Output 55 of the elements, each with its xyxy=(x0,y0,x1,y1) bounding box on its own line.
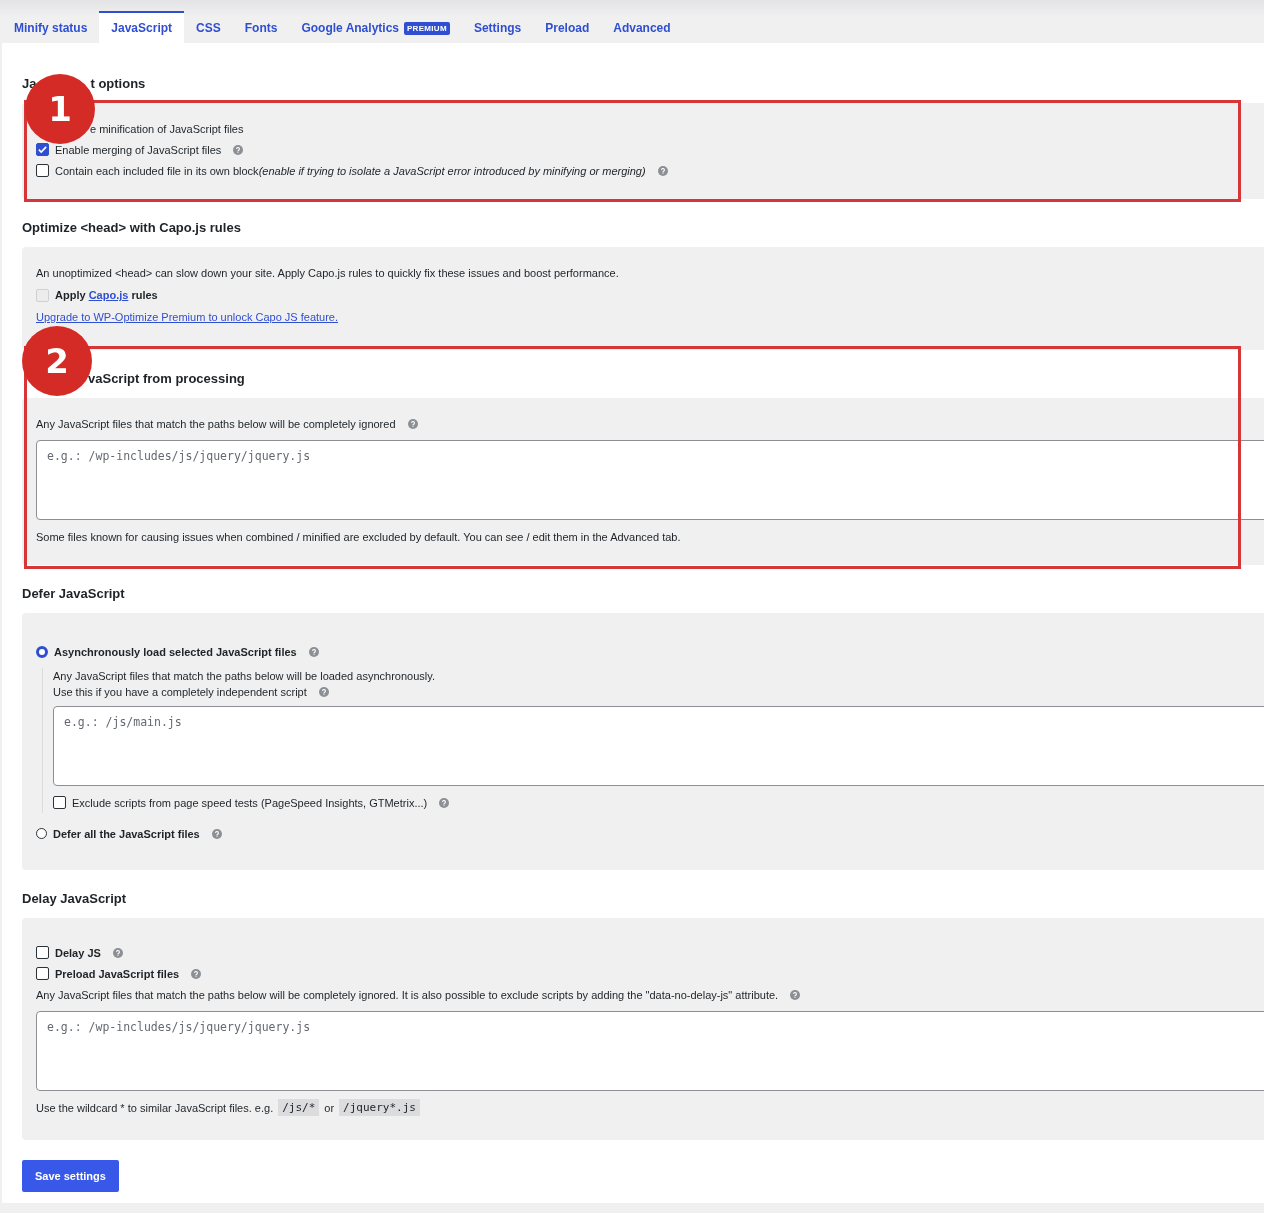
option-label: Exclude scripts from page speed tests (PageSpeed Insights, GTMetrix...) xyxy=(72,796,428,809)
tab[interactable]: CSS xyxy=(184,11,233,43)
tab[interactable]: Google Analytics PREMIUM xyxy=(289,11,462,43)
help-icon[interactable] xyxy=(233,144,244,155)
help-icon[interactable] xyxy=(191,968,202,979)
checkbox[interactable] xyxy=(36,967,49,980)
option-label: e minification of JavaScript files xyxy=(90,122,244,135)
tab[interactable]: JavaScript xyxy=(99,11,185,43)
radio-button[interactable] xyxy=(36,828,47,839)
help-icon[interactable] xyxy=(439,797,450,808)
section-heading: Defer JavaScript xyxy=(22,585,125,601)
checkbox[interactable] xyxy=(53,796,66,809)
help-icon[interactable] xyxy=(112,947,123,958)
paths-textarea[interactable]: e.g.: /wp-includes/js/jquery/jquery.js xyxy=(36,440,1264,520)
option-label: Preload JavaScript files xyxy=(55,967,180,980)
tab[interactable]: Settings xyxy=(461,11,534,43)
description-text: or xyxy=(324,1101,335,1114)
description-text: An unoptimized <head> can slow down your site. Apply Capo.js rules to quickly fix these issues and boost performance. xyxy=(36,267,619,279)
premium-badge: PREMIUM xyxy=(404,21,450,35)
description-text: Use the wildcard * to similar JavaScript files. e.g. xyxy=(36,1101,274,1114)
option-label: Asynchronously load selected JavaScript files xyxy=(54,645,297,658)
description-text: Use this if you have a completely independent script xyxy=(53,686,307,698)
help-icon[interactable] xyxy=(790,989,801,1000)
help-icon[interactable] xyxy=(211,828,222,839)
code-sample: /jquery*.js xyxy=(339,1099,420,1116)
checkbox[interactable] xyxy=(36,164,49,177)
description-text: Any JavaScript files that match the paths below will be loaded asynchronously. xyxy=(53,670,435,682)
section-heading: vaScript from processing xyxy=(88,370,245,386)
option-label: Contain each included file in its own block(enable if trying to isolate a JavaScript error introduced by minifying or merging) xyxy=(55,164,646,177)
save-button[interactable]: Save settings xyxy=(22,1160,119,1192)
option-label: Delay JS xyxy=(55,946,101,959)
checkbox[interactable] xyxy=(36,143,49,156)
help-icon[interactable] xyxy=(657,165,668,176)
description-text: Some files known for causing issues when combined / minified are excluded by default. You can see / edit them in the Advanced tab. xyxy=(36,530,681,543)
tab[interactable]: Minify status xyxy=(2,11,100,43)
paths-textarea[interactable]: e.g.: /wp-includes/js/jquery/jquery.js xyxy=(36,1011,1264,1091)
tab[interactable]: Advanced xyxy=(601,11,683,43)
help-icon[interactable] xyxy=(407,418,418,429)
help-icon[interactable] xyxy=(318,687,329,697)
code-sample: /js/* xyxy=(278,1099,320,1116)
description-text: Any JavaScript files that match the paths below will be completely ignored xyxy=(36,417,396,430)
option-label: Enable merging of JavaScript files xyxy=(55,143,222,156)
option-label: Defer all the JavaScript files xyxy=(53,827,200,840)
section-heading: Delay JavaScript xyxy=(22,890,127,906)
radio-button[interactable] xyxy=(36,645,48,658)
option-label: Apply Capo.js rules xyxy=(55,289,158,301)
tab[interactable]: Fonts xyxy=(232,11,290,43)
checkbox[interactable] xyxy=(36,946,49,959)
paths-textarea[interactable]: e.g.: /js/main.js xyxy=(53,706,1264,786)
tab[interactable]: Preload xyxy=(533,11,602,43)
upgrade-link[interactable]: Upgrade to WP-Optimize Premium to unlock Capo JS feature. xyxy=(36,311,338,323)
description-text: Any JavaScript files that match the paths below will be completely ignored. It is also possible to exclude scripts by adding the "data-no-delay-js" attribute. xyxy=(36,988,779,1001)
section-heading: t options xyxy=(90,75,146,91)
section-heading: Optimize <head> with Capo.js rules xyxy=(22,219,241,235)
help-icon[interactable] xyxy=(308,646,319,657)
